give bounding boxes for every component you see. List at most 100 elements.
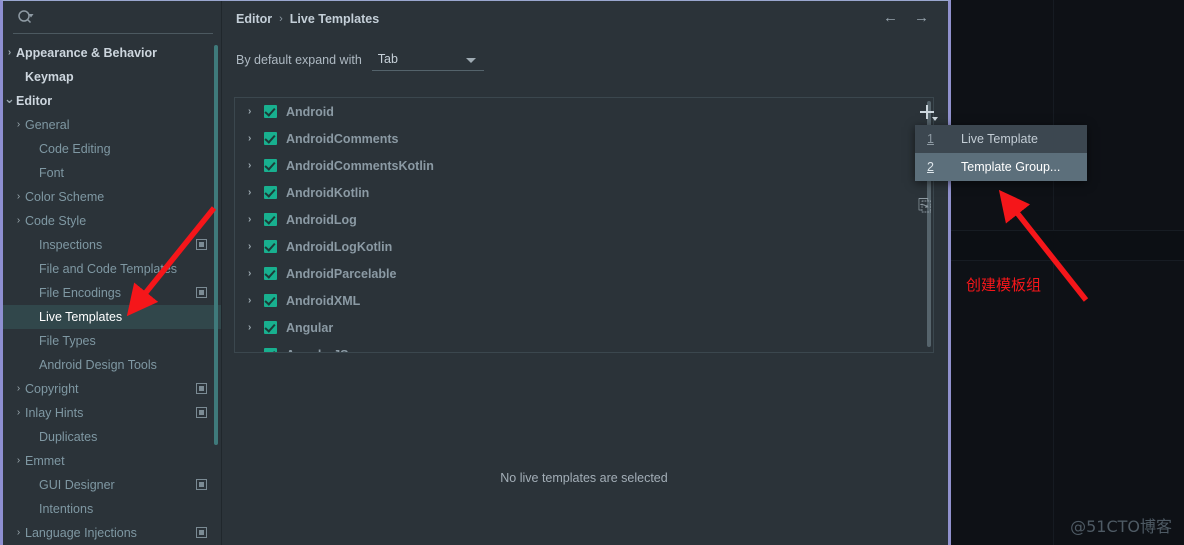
chevron-down-icon[interactable]: ⌄	[3, 92, 16, 105]
sidebar-item-label: General	[25, 118, 70, 132]
template-group-row[interactable]: › AndroidKotlin	[235, 179, 933, 206]
template-group-checkbox[interactable]	[264, 267, 277, 280]
template-group-checkbox[interactable]	[264, 132, 277, 145]
chevron-right-icon[interactable]: ›	[248, 187, 264, 198]
sidebar-item-android-design-tools[interactable]: Android Design Tools	[3, 353, 221, 377]
chevron-right-icon[interactable]: ›	[248, 268, 264, 279]
template-group-row[interactable]: › Android	[235, 98, 933, 125]
expand-with-value: Tab	[377, 52, 398, 66]
project-scope-icon	[196, 527, 207, 538]
chevron-right-icon[interactable]: ›	[12, 528, 25, 538]
sidebar-item-label: File Types	[39, 334, 96, 348]
menu-item-template-group[interactable]: 2 Template Group...	[915, 153, 1087, 181]
sidebar-item-gui-designer[interactable]: GUI Designer	[3, 473, 221, 497]
template-group-label: Angular	[286, 320, 334, 335]
chevron-right-icon[interactable]: ›	[12, 216, 25, 226]
expand-with-combobox[interactable]: Tab	[371, 49, 484, 71]
chevron-right-icon[interactable]: ›	[12, 384, 25, 394]
chevron-right-icon[interactable]: ›	[248, 295, 264, 306]
project-scope-icon	[196, 239, 207, 250]
sidebar-item-file-and-code-templates[interactable]: File and Code Templates	[3, 257, 221, 281]
sidebar-item-color-scheme[interactable]: › Color Scheme	[3, 185, 221, 209]
sidebar-item-language-injections[interactable]: › Language Injections	[3, 521, 221, 545]
backdrop-guide-line	[1053, 0, 1054, 545]
sidebar-item-label: File and Code Templates	[39, 262, 178, 276]
sidebar-item-label: Font	[39, 166, 65, 180]
sidebar-item-duplicates[interactable]: Duplicates	[3, 425, 221, 449]
template-group-checkbox[interactable]	[264, 159, 277, 172]
sidebar-item-font[interactable]: Font	[3, 161, 221, 185]
sidebar-item-label: Intentions	[39, 502, 94, 516]
sidebar-item-code-style[interactable]: › Code Style	[3, 209, 221, 233]
template-group-checkbox[interactable]	[264, 321, 277, 334]
copy-template-button[interactable]: ⎘	[918, 196, 932, 216]
sidebar-item-emmet[interactable]: › Emmet	[3, 449, 221, 473]
sidebar-item-editor[interactable]: ⌄ Editor	[3, 89, 221, 113]
sidebar-item-general[interactable]: › General	[3, 113, 221, 137]
project-scope-icon	[196, 383, 207, 394]
sidebar-item-intentions[interactable]: Intentions	[3, 497, 221, 521]
template-group-checkbox[interactable]	[264, 213, 277, 226]
settings-dialog: › Appearance & Behavior Keymap ⌄ Editor › Gene…	[0, 0, 1087, 545]
sidebar-item-label: Inlay Hints	[25, 406, 84, 420]
add-template-button[interactable]	[916, 101, 938, 123]
chevron-right-icon[interactable]: ›	[12, 120, 25, 130]
template-group-rows[interactable]: › Android › AndroidComments › AndroidComments…	[235, 98, 933, 352]
chevron-right-icon[interactable]: ›	[248, 241, 264, 252]
sidebar-item-label: File Encodings	[39, 286, 121, 300]
sidebar-item-file-types[interactable]: File Types	[3, 329, 221, 353]
chevron-right-icon[interactable]: ›	[12, 408, 25, 418]
sidebar-item-label: GUI Designer	[39, 478, 115, 492]
template-group-checkbox[interactable]	[264, 186, 277, 199]
chevron-right-icon[interactable]: ›	[248, 133, 264, 144]
chevron-right-icon[interactable]: ›	[12, 456, 25, 466]
breadcrumb-item-editor[interactable]: Editor	[236, 12, 272, 26]
backdrop-line	[950, 260, 1184, 261]
chevron-down-icon	[932, 117, 938, 121]
template-group-row[interactable]: › AndroidParcelable	[235, 260, 933, 287]
sidebar-item-copyright[interactable]: › Copyright	[3, 377, 221, 401]
template-group-checkbox[interactable]	[264, 240, 277, 253]
template-group-label: AndroidLogKotlin	[286, 239, 393, 254]
project-scope-icon	[196, 287, 207, 298]
sidebar-scrollbar[interactable]	[214, 45, 218, 445]
sidebar-item-code-editing[interactable]: Code Editing	[3, 137, 221, 161]
template-group-row[interactable]: › AndroidLog	[235, 206, 933, 233]
template-group-checkbox[interactable]	[264, 294, 277, 307]
breadcrumb: Editor › Live Templates	[222, 1, 948, 37]
template-group-row[interactable]: › Angular	[235, 314, 933, 341]
chevron-right-icon[interactable]: ›	[248, 106, 264, 117]
sidebar-item-label: Duplicates	[39, 430, 98, 444]
chevron-right-icon[interactable]: ›	[12, 192, 25, 202]
template-group-row[interactable]: › AndroidComments	[235, 125, 933, 152]
chevron-right-icon[interactable]: ›	[248, 160, 264, 171]
sidebar-item-file-encodings[interactable]: File Encodings	[3, 281, 221, 305]
chevron-right-icon[interactable]: ›	[248, 349, 264, 352]
sidebar-search-row[interactable]	[13, 1, 213, 34]
template-group-label: AndroidComments	[286, 131, 399, 146]
sidebar-item-live-templates[interactable]: Live Templates	[3, 305, 221, 329]
sidebar-item-inlay-hints[interactable]: › Inlay Hints	[3, 401, 221, 425]
template-group-checkbox[interactable]	[264, 348, 277, 352]
sidebar-item-inspections[interactable]: Inspections	[3, 233, 221, 257]
chevron-right-icon[interactable]: ›	[3, 48, 16, 58]
template-group-checkbox[interactable]	[264, 105, 277, 118]
sidebar-item-label: Emmet	[25, 454, 65, 468]
sidebar-item-appearance-behavior[interactable]: › Appearance & Behavior	[3, 41, 221, 65]
sidebar-item-keymap[interactable]: Keymap	[3, 65, 221, 89]
menu-item-live-template[interactable]: 1 Live Template	[915, 125, 1087, 153]
chevron-right-icon[interactable]: ›	[248, 214, 264, 225]
template-group-row[interactable]: › AngularJS	[235, 341, 933, 352]
forward-arrow-icon[interactable]: →	[914, 10, 929, 25]
sidebar-item-label: Live Templates	[39, 310, 123, 324]
settings-tree[interactable]: › Appearance & Behavior Keymap ⌄ Editor › Gene…	[3, 41, 221, 545]
template-group-list[interactable]: › Android › AndroidComments › AndroidComments…	[234, 97, 934, 353]
template-group-label: AndroidCommentsKotlin	[286, 158, 434, 173]
chevron-right-icon[interactable]: ›	[248, 322, 264, 333]
template-group-row[interactable]: › AndroidXML	[235, 287, 933, 314]
template-group-row[interactable]: › AndroidCommentsKotlin	[235, 152, 933, 179]
add-template-popup-menu[interactable]: 1 Live Template 2 Template Group...	[915, 125, 1087, 181]
back-arrow-icon[interactable]: ←	[883, 10, 898, 25]
search-input[interactable]	[43, 7, 209, 21]
template-group-row[interactable]: › AndroidLogKotlin	[235, 233, 933, 260]
